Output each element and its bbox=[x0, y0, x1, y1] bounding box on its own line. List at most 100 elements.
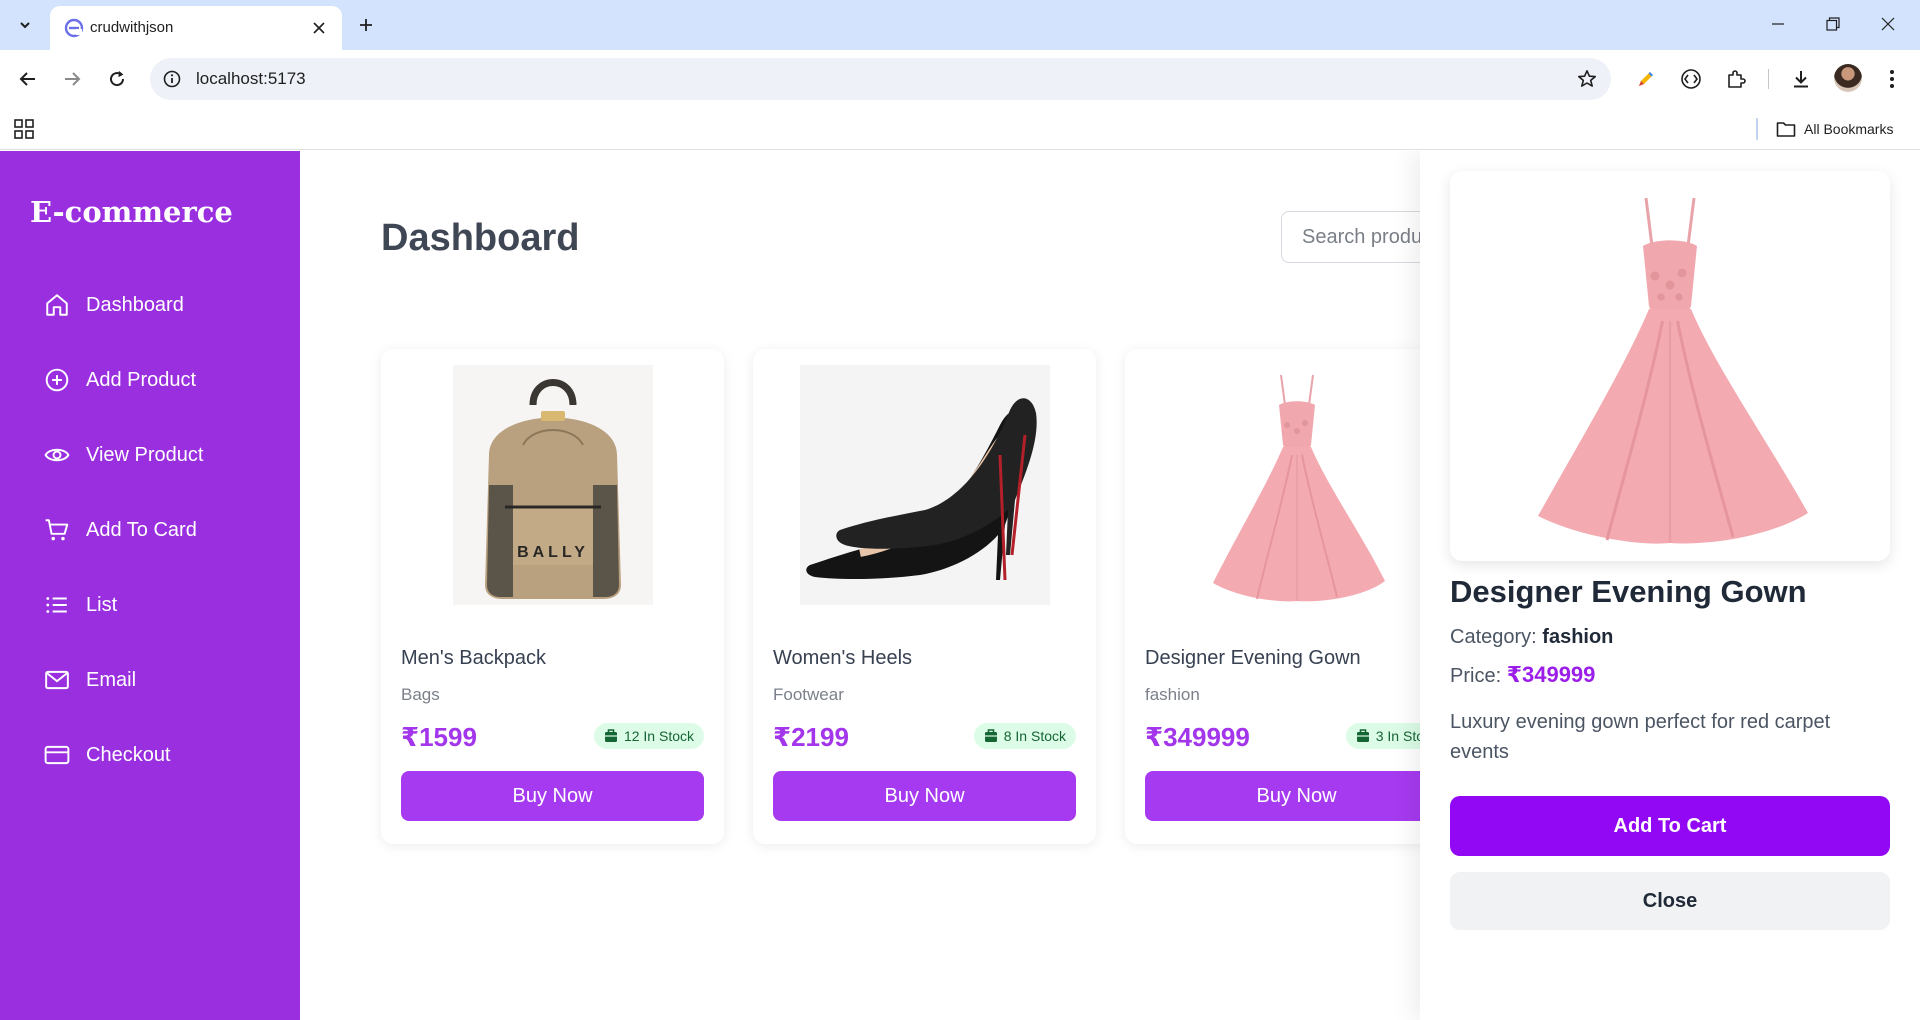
product-name: Men's Backpack bbox=[401, 647, 546, 669]
sidebar-item-dashboard[interactable]: Dashboard bbox=[44, 285, 264, 325]
detail-title: Designer Evening Gown bbox=[1450, 574, 1807, 609]
new-tab-button[interactable] bbox=[352, 11, 380, 39]
minimize-button[interactable] bbox=[1756, 8, 1800, 40]
minimize-icon bbox=[1772, 23, 1784, 25]
buy-now-button[interactable]: Buy Now bbox=[401, 771, 704, 821]
browser-menu-button[interactable] bbox=[1877, 64, 1907, 94]
sidebar-item-email[interactable]: Email bbox=[44, 660, 264, 700]
sidebar-item-label: List bbox=[86, 593, 118, 616]
heels-image bbox=[799, 365, 1050, 605]
credit-card-icon bbox=[44, 745, 70, 765]
home-icon bbox=[46, 294, 68, 316]
mail-icon bbox=[45, 670, 69, 690]
stock-text: 8 In Stock bbox=[1003, 728, 1066, 744]
tab-close-button[interactable] bbox=[308, 17, 330, 39]
product-name: Designer Evening Gown bbox=[1145, 647, 1361, 669]
stock-badge: 8 In Stock bbox=[973, 723, 1076, 749]
folder-icon bbox=[1776, 122, 1796, 137]
tab-search-button[interactable] bbox=[10, 11, 40, 39]
more-vertical-icon bbox=[1890, 70, 1894, 88]
buy-now-button[interactable]: Buy Now bbox=[1145, 771, 1448, 821]
eye-icon bbox=[44, 448, 70, 462]
stock-text: 12 In Stock bbox=[623, 728, 694, 744]
reload-button[interactable] bbox=[101, 63, 133, 95]
gown-image bbox=[1212, 374, 1385, 602]
cart-icon bbox=[45, 519, 69, 541]
bookmarks-divider bbox=[1756, 118, 1758, 140]
product-card: BALLY Men's Backpack Bags ₹1599 12 In St… bbox=[381, 349, 724, 844]
info-icon bbox=[163, 70, 181, 88]
stock-badge: 12 In Stock bbox=[593, 723, 704, 749]
close-button[interactable]: Close bbox=[1450, 872, 1890, 930]
list-icon bbox=[46, 597, 67, 613]
package-icon bbox=[604, 729, 617, 742]
product-card: Designer Evening Gown fashion ₹349999 3 … bbox=[1125, 349, 1468, 844]
sidebar-item-view-product[interactable]: View Product bbox=[44, 435, 264, 475]
code-extension-button[interactable] bbox=[1676, 64, 1706, 94]
buy-now-button[interactable]: Buy Now bbox=[773, 771, 1076, 821]
detail-price: ₹349999 bbox=[1506, 662, 1596, 687]
detail-description: Luxury evening gown perfect for red carp… bbox=[1450, 711, 1831, 763]
browser-toolbar: localhost:5173 bbox=[0, 50, 1920, 108]
reload-icon bbox=[110, 71, 125, 87]
product-name: Women's Heels bbox=[773, 647, 913, 669]
product-category: Footwear bbox=[773, 685, 844, 704]
tab-title: crudwithjson bbox=[90, 19, 174, 36]
product-category: Bags bbox=[401, 685, 440, 704]
detail-category: fashion bbox=[1542, 626, 1614, 648]
sidebar-item-list[interactable]: List bbox=[44, 585, 264, 625]
back-button[interactable] bbox=[12, 63, 44, 95]
code-circle-icon bbox=[1681, 69, 1701, 89]
page-title: Dashboard bbox=[381, 217, 580, 259]
sidebar-item-label: Checkout bbox=[86, 743, 171, 766]
downloads-button[interactable] bbox=[1786, 64, 1816, 94]
sidebar: E-commerce Dashboard Add Product View Pr… bbox=[0, 151, 300, 1020]
sidebar-item-add-to-card[interactable]: Add To Card bbox=[44, 510, 264, 550]
restore-button[interactable] bbox=[1811, 8, 1855, 40]
extensions-button[interactable] bbox=[1721, 64, 1751, 94]
sidebar-item-add-product[interactable]: Add Product bbox=[44, 360, 264, 400]
gown-image bbox=[1538, 197, 1808, 544]
all-bookmarks-label: All Bookmarks bbox=[1804, 121, 1894, 137]
detail-category-row: Category: fashion bbox=[1450, 626, 1613, 649]
product-image bbox=[1145, 363, 1448, 607]
detail-product-image bbox=[1450, 171, 1890, 561]
bookmark-star-button[interactable] bbox=[1575, 67, 1599, 91]
star-icon bbox=[1578, 70, 1596, 87]
app-root: E-commerce Dashboard Add Product View Pr… bbox=[0, 151, 1920, 1020]
site-info-button[interactable] bbox=[160, 67, 184, 91]
restore-icon bbox=[1826, 17, 1840, 31]
detail-price-row: Price: ₹349999 bbox=[1450, 662, 1595, 688]
address-bar[interactable]: localhost:5173 bbox=[150, 58, 1611, 100]
download-icon bbox=[1794, 71, 1808, 88]
browser-tab[interactable]: crudwithjson bbox=[50, 6, 342, 50]
toolbar-divider bbox=[1768, 69, 1769, 89]
plus-icon bbox=[360, 19, 372, 31]
add-to-cart-button[interactable]: Add To Cart bbox=[1450, 796, 1890, 856]
window-close-button[interactable] bbox=[1866, 8, 1910, 40]
bookmarks-bar: All Bookmarks bbox=[0, 108, 1920, 150]
arrow-left-icon bbox=[19, 72, 35, 86]
pen-icon bbox=[1639, 72, 1653, 86]
category-label: Category: bbox=[1450, 626, 1537, 648]
apps-grid-icon[interactable] bbox=[12, 117, 36, 141]
product-detail-drawer: Designer Evening Gown Category: fashion … bbox=[1420, 151, 1920, 1020]
product-category: fashion bbox=[1145, 685, 1200, 704]
product-price: ₹1599 bbox=[401, 722, 477, 752]
all-bookmarks-button[interactable]: All Bookmarks bbox=[1776, 117, 1893, 141]
favicon-icon bbox=[64, 18, 84, 38]
arrow-right-icon bbox=[65, 72, 81, 86]
sidebar-item-label: View Product bbox=[86, 443, 204, 466]
product-image: BALLY bbox=[401, 363, 704, 607]
profile-avatar[interactable] bbox=[1834, 64, 1862, 92]
url-text: localhost:5173 bbox=[196, 69, 306, 88]
product-card: Women's Heels Footwear ₹2199 8 In Stock … bbox=[753, 349, 1096, 844]
pen-extension-button[interactable] bbox=[1631, 64, 1661, 94]
browser-tab-strip: crudwithjson bbox=[0, 0, 1920, 50]
sidebar-item-label: Add To Card bbox=[86, 518, 197, 541]
sidebar-item-checkout[interactable]: Checkout bbox=[44, 735, 264, 775]
backpack-image: BALLY bbox=[452, 365, 653, 605]
sidebar-item-label: Add Product bbox=[86, 368, 197, 391]
price-label: Price: bbox=[1450, 665, 1502, 687]
forward-button[interactable] bbox=[56, 63, 88, 95]
